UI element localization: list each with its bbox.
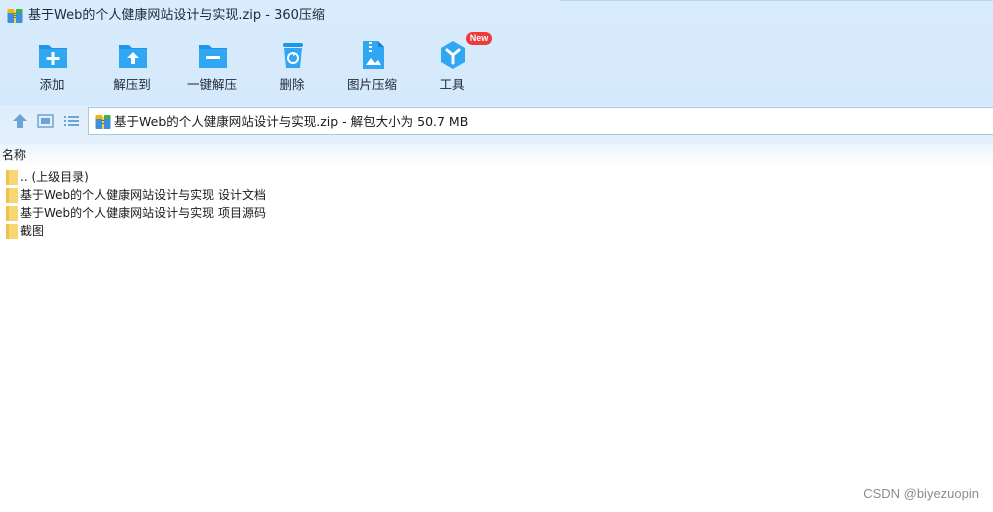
address-bar[interactable]: 基于Web的个人健康网站设计与实现.zip - 解包大小为 50.7 MB: [88, 107, 993, 135]
file-list-pane: 名称 .. (上级目录) 基于Web的个人健康网站设计与实现 设计文档 基于We…: [0, 144, 993, 512]
delete-label: 删除: [279, 77, 305, 92]
extract-to-button[interactable]: 解压到: [92, 36, 172, 98]
thumbnail-view-icon[interactable]: [37, 113, 55, 129]
navigation-bar: 基于Web的个人健康网站设计与实现.zip - 解包大小为 50.7 MB: [0, 106, 993, 136]
folder-icon: [6, 206, 18, 221]
window-chrome: 基于Web的个人健康网站设计与实现.zip - 360压缩 添加 解压到 一键解…: [0, 0, 993, 144]
add-label: 添加: [39, 77, 65, 92]
image-compress-icon: [363, 41, 384, 69]
address-path: 基于Web的个人健康网站设计与实现.zip - 解包大小为 50.7 MB: [114, 114, 469, 129]
window-title: 基于Web的个人健康网站设计与实现.zip - 360压缩: [28, 8, 325, 23]
tools-button[interactable]: New 工具: [412, 32, 492, 98]
toolbar: 添加 解压到 一键解压 删除 图片压缩 New 工具: [0, 32, 993, 100]
one-click-extract-button[interactable]: 一键解压: [172, 36, 252, 98]
title-bar[interactable]: 基于Web的个人健康网站设计与实现.zip - 360压缩: [0, 0, 993, 32]
list-item-parent-directory[interactable]: .. (上级目录): [3, 168, 403, 186]
folder-icon: [6, 170, 18, 185]
zip-file-icon: [95, 115, 111, 129]
folder-quick-extract-icon: [199, 45, 227, 68]
add-button[interactable]: 添加: [12, 36, 92, 98]
image-compress-label: 图片压缩: [346, 77, 397, 92]
delete-button[interactable]: 删除: [252, 36, 332, 98]
folder-add-icon: [39, 45, 67, 68]
list-item-label: 基于Web的个人健康网站设计与实现 设计文档: [20, 188, 266, 202]
one-click-extract-label: 一键解压: [186, 77, 237, 92]
recycle-bin-icon: [283, 43, 303, 68]
list-view-icon[interactable]: [63, 113, 81, 129]
name-column-label: 名称: [2, 148, 27, 162]
up-arrow-icon[interactable]: [11, 113, 29, 129]
list-item[interactable]: 截图: [3, 222, 403, 240]
folder-icon: [6, 224, 18, 239]
app-window: 基于Web的个人健康网站设计与实现.zip - 360压缩 添加 解压到 一键解…: [0, 0, 993, 512]
list-item[interactable]: 基于Web的个人健康网站设计与实现 设计文档: [3, 186, 403, 204]
extract-to-label: 解压到: [113, 77, 151, 92]
image-compress-button[interactable]: 图片压缩: [332, 36, 412, 98]
title-bar-edge: [560, 0, 993, 1]
name-column-header[interactable]: 名称: [0, 144, 993, 166]
new-badge: New: [466, 32, 492, 45]
folder-extract-icon: [119, 45, 147, 68]
tools-hexagon-icon: [441, 41, 465, 69]
zip-archive-icon: [7, 9, 23, 23]
tools-label: 工具: [439, 77, 465, 92]
list-item-label: .. (上级目录): [20, 170, 89, 184]
list-item-label: 基于Web的个人健康网站设计与实现 项目源码: [20, 206, 266, 220]
list-item[interactable]: 基于Web的个人健康网站设计与实现 项目源码: [3, 204, 403, 222]
folder-icon: [6, 188, 18, 203]
watermark: CSDN @biyezuopin: [863, 486, 979, 501]
list-item-label: 截图: [20, 224, 45, 238]
